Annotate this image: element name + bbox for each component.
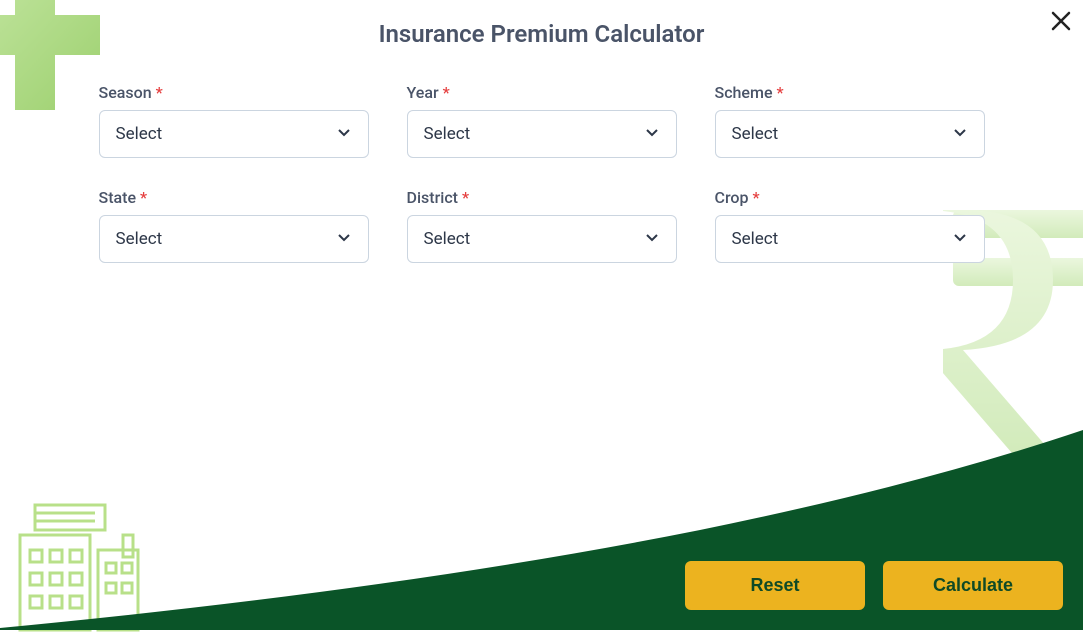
crop-label: Crop* <box>715 188 985 207</box>
required-marker: * <box>443 83 450 102</box>
chevron-down-icon <box>952 229 968 249</box>
state-select[interactable]: Select <box>99 215 369 263</box>
district-label: District* <box>407 188 677 207</box>
chevron-down-icon <box>336 124 352 144</box>
district-select-value: Select <box>424 229 471 249</box>
action-buttons: Reset Calculate <box>685 561 1063 610</box>
chevron-down-icon <box>644 124 660 144</box>
chevron-down-icon <box>952 124 968 144</box>
chevron-down-icon <box>644 229 660 249</box>
year-label: Year* <box>407 83 677 102</box>
buildings-decor-icon <box>10 495 150 635</box>
page-title: Insurance Premium Calculator <box>0 20 1083 48</box>
scheme-select-value: Select <box>732 124 779 144</box>
crop-select-value: Select <box>732 229 779 249</box>
form-grid: Season* Select Year* Select Sche <box>0 83 1083 263</box>
close-icon <box>1051 6 1071 37</box>
season-select-value: Select <box>116 124 163 144</box>
district-select[interactable]: Select <box>407 215 677 263</box>
field-state: State* Select <box>99 188 369 263</box>
required-marker: * <box>140 188 147 207</box>
required-marker: * <box>777 83 784 102</box>
state-select-value: Select <box>116 229 163 249</box>
year-select-value: Select <box>424 124 471 144</box>
field-year: Year* Select <box>407 83 677 158</box>
year-select[interactable]: Select <box>407 110 677 158</box>
close-button[interactable] <box>1051 8 1071 36</box>
calculate-button[interactable]: Calculate <box>883 561 1063 610</box>
field-season: Season* Select <box>99 83 369 158</box>
field-scheme: Scheme* Select <box>715 83 985 158</box>
required-marker: * <box>462 188 469 207</box>
scheme-select[interactable]: Select <box>715 110 985 158</box>
scheme-label: Scheme* <box>715 83 985 102</box>
crop-select[interactable]: Select <box>715 215 985 263</box>
chevron-down-icon <box>336 229 352 249</box>
required-marker: * <box>752 188 759 207</box>
season-label: Season* <box>99 83 369 102</box>
season-select[interactable]: Select <box>99 110 369 158</box>
reset-button[interactable]: Reset <box>685 561 865 610</box>
state-label: State* <box>99 188 369 207</box>
required-marker: * <box>156 83 163 102</box>
field-crop: Crop* Select <box>715 188 985 263</box>
field-district: District* Select <box>407 188 677 263</box>
